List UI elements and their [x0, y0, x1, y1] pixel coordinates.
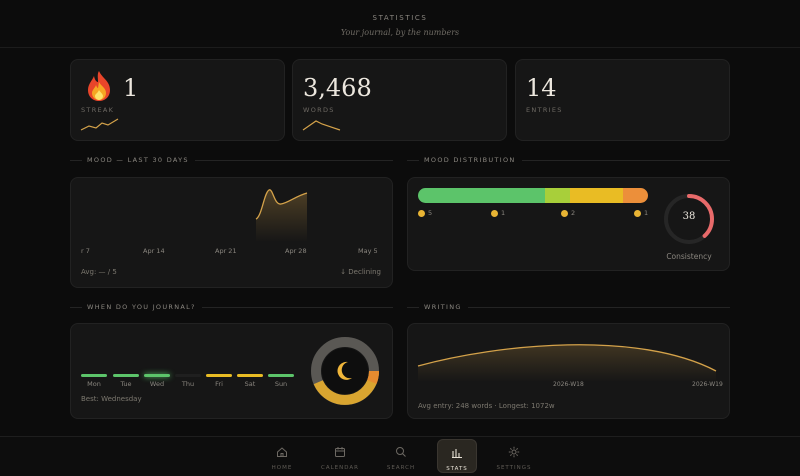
words-value: 3,468 — [303, 74, 372, 102]
words-card: 3,468 WORDS — [292, 59, 507, 141]
entries-card: 14 ENTRIES — [515, 59, 730, 141]
words-label: WORDS — [303, 106, 335, 114]
writing-card: 2026-W18 2026-W19 Avg entry: 248 words ·… — [407, 323, 730, 419]
mood-x-label: May 5 — [358, 247, 378, 255]
nav-search[interactable]: SEARCH — [381, 439, 421, 473]
page-title: STATISTICS — [372, 14, 428, 22]
day-label: Mon — [87, 380, 101, 388]
day-label: Wed — [149, 380, 165, 388]
nav-label: HOME — [271, 465, 293, 471]
mood-section-title: MOOD — LAST 30 DAYS — [87, 156, 189, 164]
day-label: Sun — [274, 380, 288, 388]
consistency-label: Consistency — [666, 252, 712, 261]
mood-segment — [622, 188, 648, 203]
writing-section-title: WRITING — [424, 303, 462, 311]
words-sparkline — [302, 120, 341, 131]
when-card: Mon Tue Wed Thu Fri Sat Sun Best: Wednes… — [70, 323, 393, 419]
mood-line-chart — [255, 189, 308, 242]
day-label: Tue — [120, 380, 132, 388]
writing-x-label: 2026-W18 — [553, 381, 584, 388]
mood-face-icon — [418, 209, 425, 217]
page-header: STATISTICS Your journal, by the numbers — [0, 0, 800, 48]
mood-count: 1 — [491, 209, 505, 217]
consistency-value: 38 — [682, 211, 696, 222]
writing-summary: Avg entry: 248 words · Longest: 1072w — [418, 402, 555, 410]
streak-sparkline — [80, 118, 119, 131]
when-section-header: WHEN DO YOU JOURNAL? — [70, 303, 393, 311]
mood-count: 1 — [634, 209, 648, 217]
nav-settings[interactable]: SETTINGS — [494, 439, 534, 473]
nav-label: SETTINGS — [496, 465, 532, 471]
nav-label: SEARCH — [386, 465, 416, 471]
mood-face-icon — [561, 209, 568, 217]
mood-face-icon — [491, 209, 498, 217]
mood-distribution-bar — [418, 188, 648, 203]
mood-average: Avg: — / 5 — [81, 268, 117, 276]
mood-x-label: Apr 21 — [215, 247, 237, 255]
day-bar-tue — [113, 374, 139, 377]
mood-area — [256, 189, 307, 242]
mood-x-label: Apr 28 — [285, 247, 307, 255]
when-section-title: WHEN DO YOU JOURNAL? — [87, 303, 196, 311]
writing-area — [418, 344, 716, 382]
home-icon — [277, 447, 287, 457]
best-day: Best: Wednesday — [81, 395, 142, 403]
entries-label: ENTRIES — [526, 106, 563, 114]
distribution-section-header: MOOD DISTRIBUTION — [407, 156, 730, 164]
time-of-day-ring — [311, 337, 379, 405]
nav-label: STATS — [446, 466, 468, 472]
mood-segment — [544, 188, 570, 203]
mood-section-header: MOOD — LAST 30 DAYS — [70, 156, 393, 164]
day-bar-wed — [144, 374, 170, 377]
distribution-card: 5 1 2 1 38 Consistency — [407, 177, 730, 271]
gear-icon — [508, 446, 520, 458]
search-icon — [396, 447, 406, 457]
calendar-icon — [335, 447, 345, 457]
day-bar-sat — [237, 374, 263, 377]
writing-chart — [417, 344, 717, 382]
entries-value: 14 — [526, 74, 557, 102]
streak-label: STREAK — [81, 106, 115, 114]
mood-x-label: r 7 — [81, 247, 90, 255]
bottom-nav: HOME CALENDAR SEARCH STATS SETTINGS — [0, 436, 800, 476]
page-subtitle: Your journal, by the numbers — [340, 28, 460, 37]
nav-stats[interactable]: STATS — [437, 439, 477, 473]
day-bar-fri — [206, 374, 232, 377]
day-bar-mon — [81, 374, 107, 377]
nav-label: CALENDAR — [321, 465, 359, 471]
mood-face-icon — [634, 209, 641, 217]
mood-trend: ↓ Declining — [340, 268, 381, 276]
mood-chart-card: r 7 Apr 14 Apr 21 Apr 28 May 5 Avg: — / … — [70, 177, 393, 288]
mood-x-label: Apr 14 — [143, 247, 165, 255]
day-bar-sun — [268, 374, 294, 377]
mood-count: 2 — [561, 209, 575, 217]
day-label: Fri — [215, 380, 223, 388]
flame-icon — [88, 71, 110, 101]
distribution-section-title: MOOD DISTRIBUTION — [424, 156, 516, 164]
nav-calendar[interactable]: CALENDAR — [320, 439, 360, 473]
writing-x-label: 2026-W19 — [692, 381, 723, 388]
writing-section-header: WRITING — [407, 303, 730, 311]
nav-home[interactable]: HOME — [262, 439, 302, 473]
mood-segment — [418, 188, 545, 203]
day-label: Thu — [181, 380, 195, 388]
streak-card: 1 STREAK — [70, 59, 285, 141]
day-label: Sat — [244, 380, 256, 388]
stats-icon — [452, 449, 462, 459]
mood-segment — [569, 188, 623, 203]
mood-count: 5 — [418, 209, 432, 217]
day-bar-thu — [175, 374, 201, 377]
streak-value: 1 — [123, 74, 139, 102]
